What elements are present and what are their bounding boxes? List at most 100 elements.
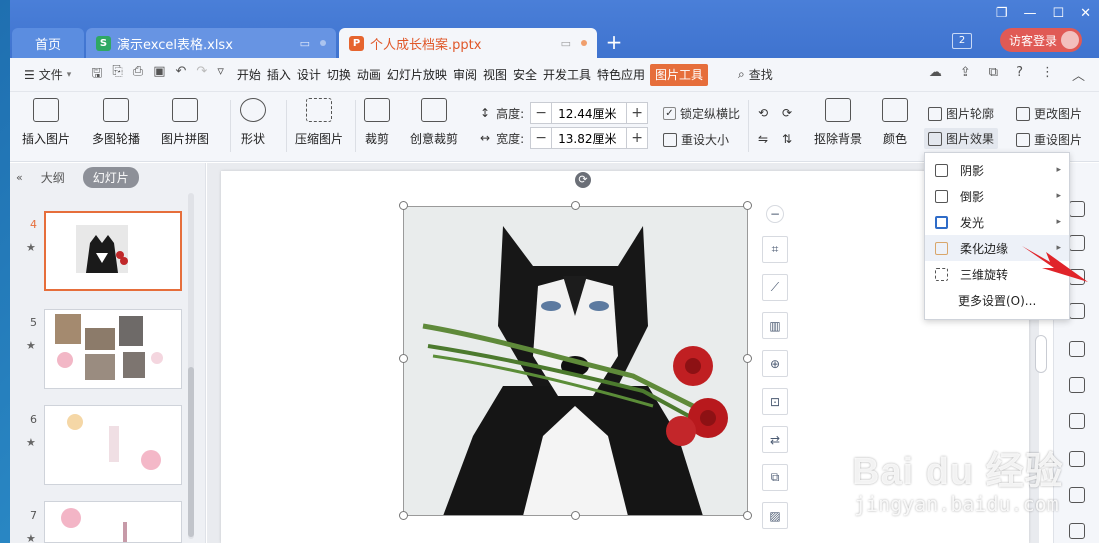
color-button[interactable]: 颜色 xyxy=(882,98,908,147)
undo-icon[interactable]: ↶ xyxy=(176,64,187,86)
picture-edit-icon[interactable]: ▨ xyxy=(762,502,788,529)
increase-height-button[interactable]: + xyxy=(627,105,647,121)
scrollbar-thumb[interactable] xyxy=(188,367,194,537)
tab-slides[interactable]: 幻灯片 xyxy=(82,166,139,188)
decrease-width-button[interactable]: − xyxy=(531,130,551,146)
menu-item-slideshow[interactable]: 幻灯片放映 xyxy=(384,64,450,86)
tab-excel-file[interactable]: S 演示excel表格.xlsx ▭ xyxy=(86,28,336,58)
resize-handle[interactable] xyxy=(743,354,752,363)
menu-item-shadow[interactable]: 阴影 ▸ xyxy=(925,157,1069,183)
menu-item-more-settings[interactable]: 更多设置(O)... xyxy=(925,287,1069,313)
menu-item-view[interactable]: 视图 xyxy=(480,64,510,86)
decrease-height-button[interactable]: − xyxy=(531,105,551,121)
window-counter[interactable]: 2 xyxy=(952,33,972,49)
save-icon[interactable]: 🖫 xyxy=(91,64,102,86)
insert-picture-button[interactable]: 插入图片 xyxy=(22,98,70,147)
preview-icon[interactable]: ▣ xyxy=(153,64,165,86)
flip-horizontal-button[interactable]: ⇋ xyxy=(758,132,768,146)
reset-size-button[interactable]: 重设大小 xyxy=(663,131,729,148)
slide-thumbnail[interactable] xyxy=(44,309,182,389)
redo-icon[interactable]: ↷ xyxy=(196,64,207,86)
collapse-panel-icon[interactable]: « xyxy=(16,171,23,184)
crop-button[interactable]: 裁剪 xyxy=(364,98,390,147)
rotate-handle-icon[interactable]: ⟳ xyxy=(575,172,591,188)
print-icon[interactable]: ⎙ xyxy=(133,64,143,86)
height-input[interactable] xyxy=(551,103,628,123)
slide-thumbnail[interactable] xyxy=(44,211,182,291)
collapse-ribbon-icon[interactable]: ︿ xyxy=(1072,65,1085,84)
menu-item-design[interactable]: 设计 xyxy=(294,64,324,86)
menu-item-transition[interactable]: 切换 xyxy=(324,64,354,86)
file-menu[interactable]: ☰ 文件 ▾ xyxy=(10,66,81,83)
canvas-scrollbar[interactable] xyxy=(1035,335,1047,373)
settings-slider-icon[interactable] xyxy=(1069,377,1085,393)
ocr-icon[interactable]: ⊡ xyxy=(762,388,788,415)
shape-button[interactable]: 形状 xyxy=(240,98,266,147)
creative-crop-button[interactable]: 创意裁剪 xyxy=(410,98,458,147)
resize-handle[interactable] xyxy=(399,354,408,363)
convert-icon[interactable]: ⇄ xyxy=(762,426,788,453)
slide-thumbnail[interactable] xyxy=(44,405,182,485)
lock-ratio-checkbox[interactable]: ✓ 锁定纵横比 xyxy=(663,105,740,122)
multi-carousel-button[interactable]: 多图轮播 xyxy=(92,98,140,147)
menu-item-features[interactable]: 特色应用 xyxy=(594,64,648,86)
menu-item-insert[interactable]: 插入 xyxy=(264,64,294,86)
menu-item-reflection[interactable]: 倒影 ▸ xyxy=(925,183,1069,209)
picture-collage-button[interactable]: 图片拼图 xyxy=(161,98,209,147)
monitor-icon[interactable]: ▭ xyxy=(300,37,310,50)
new-tab-button[interactable]: + xyxy=(602,30,626,54)
rotate-left-button[interactable]: ⟲ xyxy=(758,106,768,120)
chart-tool-icon[interactable] xyxy=(1069,341,1085,357)
help-icon[interactable]: ? xyxy=(1016,65,1023,84)
crop-icon[interactable]: ⌗ xyxy=(762,236,788,263)
tab-outline[interactable]: 大纲 xyxy=(31,167,75,188)
translate-icon[interactable]: ⧉ xyxy=(762,464,788,491)
menu-item-start[interactable]: 开始 xyxy=(234,64,264,86)
collapse-toolbar-icon[interactable]: − xyxy=(766,205,784,223)
remove-background-button[interactable]: 抠除背景 xyxy=(814,98,862,147)
maximize-icon[interactable]: ☐ xyxy=(1052,6,1064,21)
restore-icon[interactable]: ❐ xyxy=(996,6,1008,21)
minimize-icon[interactable]: — xyxy=(1023,6,1036,21)
rotate-right-button[interactable]: ⟳ xyxy=(782,106,792,120)
tab-home[interactable]: 首页 xyxy=(12,28,84,58)
compress-picture-button[interactable]: 压缩图片 xyxy=(295,98,343,147)
close-icon[interactable]: ✕ xyxy=(1080,6,1091,21)
gallery-icon[interactable] xyxy=(1069,413,1085,429)
share-icon[interactable]: ⇪ xyxy=(960,65,971,84)
slide-thumbnail[interactable] xyxy=(44,501,182,543)
resize-handle[interactable] xyxy=(743,511,752,520)
resize-handle[interactable] xyxy=(399,511,408,520)
resize-handle[interactable] xyxy=(571,511,580,520)
menu-item-security[interactable]: 安全 xyxy=(510,64,540,86)
tab-ppt-file[interactable]: P 个人成长档案.pptx ▭ xyxy=(339,28,597,58)
flip-vertical-button[interactable]: ⇅ xyxy=(782,132,792,146)
layout-icon[interactable]: ▥ xyxy=(762,312,788,339)
width-stepper[interactable]: − + xyxy=(530,127,649,149)
menu-item-review[interactable]: 审阅 xyxy=(450,64,480,86)
menu-item-picture-tools[interactable]: 图片工具 xyxy=(650,63,709,86)
star-tool-icon[interactable] xyxy=(1069,201,1085,217)
increase-width-button[interactable]: + xyxy=(627,130,647,146)
width-input[interactable] xyxy=(551,128,628,148)
monitor-icon[interactable]: ▭ xyxy=(561,37,571,50)
guest-login-button[interactable]: 访客登录 xyxy=(1000,28,1082,52)
resize-handle[interactable] xyxy=(399,201,408,210)
zoom-icon[interactable]: ⊕ xyxy=(762,350,788,377)
resize-handle[interactable] xyxy=(743,201,752,210)
height-stepper[interactable]: − + xyxy=(530,102,649,124)
collaborate-icon[interactable]: ⧉ xyxy=(989,65,998,84)
change-picture-button[interactable]: 更改图片 xyxy=(1016,105,1082,122)
menu-item-glow[interactable]: 发光 ▸ xyxy=(925,209,1069,235)
menu-item-developer[interactable]: 开发工具 xyxy=(540,64,594,86)
menu-item-animation[interactable]: 动画 xyxy=(354,64,384,86)
customize-icon[interactable]: ▿ xyxy=(217,64,224,86)
picture-effect-button[interactable]: 图片效果 xyxy=(924,128,999,149)
reset-picture-button[interactable]: 重设图片 xyxy=(1016,131,1082,148)
resize-handle[interactable] xyxy=(571,201,580,210)
slides-scrollbar[interactable] xyxy=(188,193,194,539)
more-icon[interactable]: ⋮ xyxy=(1041,65,1054,84)
picture-outline-button[interactable]: 图片轮廓 xyxy=(928,105,994,122)
layout-tool-icon[interactable] xyxy=(1069,303,1085,319)
selected-picture[interactable] xyxy=(403,206,748,516)
